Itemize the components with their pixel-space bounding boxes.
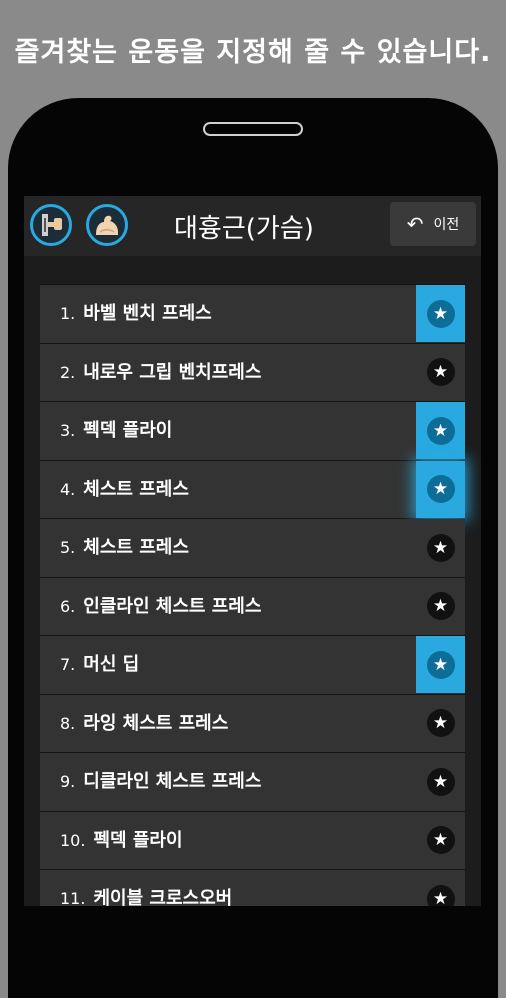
favorite-toggle[interactable]: ★ bbox=[416, 636, 465, 693]
back-button[interactable]: ↶ 이전 bbox=[390, 202, 476, 246]
favorite-toggle[interactable]: ★ bbox=[416, 812, 465, 869]
star-icon: ★ bbox=[426, 475, 455, 503]
star-icon: ★ bbox=[426, 533, 455, 562]
exercise-row[interactable]: 1. 바벨 벤치 프레스 ★ bbox=[40, 285, 465, 344]
exercise-number: 9. bbox=[60, 772, 76, 791]
exercise-label: 8. 라잉 체스트 프레스 bbox=[60, 695, 228, 753]
exercise-row[interactable]: 11. 케이블 크로스오버 ★ bbox=[40, 870, 465, 906]
exercise-label: 10. 펙덱 플라이 bbox=[60, 812, 183, 870]
exercise-number: 8. bbox=[60, 713, 76, 733]
promo-caption: 즐겨찾는 운동을 지정해 줄 수 있습니다. bbox=[14, 37, 492, 68]
exercise-label: 9. 디클라인 체스트 프레스 bbox=[60, 753, 261, 811]
exercise-label: 1. 바벨 벤치 프레스 bbox=[60, 285, 212, 343]
star-icon: ★ bbox=[426, 709, 455, 737]
back-button-label: 이전 bbox=[433, 217, 460, 233]
star-icon: ★ bbox=[426, 358, 455, 386]
favorite-toggle[interactable]: ★ bbox=[416, 753, 465, 810]
exercise-row[interactable]: 6. 인클라인 체스트 프레스 ★ bbox=[40, 577, 465, 636]
exercise-number: 4. bbox=[60, 479, 76, 499]
star-icon: ★ bbox=[426, 650, 455, 679]
exercise-name: 디클라인 체스트 프레스 bbox=[83, 771, 262, 792]
favorite-toggle[interactable]: ★ bbox=[416, 460, 465, 518]
exercise-label: 4. 체스트 프레스 bbox=[60, 461, 189, 519]
phone-speaker bbox=[203, 122, 303, 136]
favorite-toggle[interactable]: ★ bbox=[416, 285, 465, 342]
favorite-toggle[interactable]: ★ bbox=[416, 402, 465, 459]
favorite-toggle[interactable]: ★ bbox=[416, 870, 465, 906]
favorite-toggle[interactable]: ★ bbox=[416, 695, 465, 752]
exercise-number: 1. bbox=[60, 304, 76, 323]
exercise-name: 바벨 벤치 프레스 bbox=[83, 303, 212, 324]
exercise-row[interactable]: 5. 체스트 프레스 ★ bbox=[40, 519, 465, 578]
exercise-row[interactable]: 7. 머신 딥 ★ bbox=[40, 636, 465, 695]
star-icon: ★ bbox=[426, 826, 455, 854]
exercise-list: 1. 바벨 벤치 프레스 ★ 2. 내로우 그립 벤치프레스 ★ 3. 펙덱 플라이 ★ 4. 체스… bbox=[40, 284, 465, 906]
exercise-label: 2. 내로우 그립 벤치프레스 bbox=[60, 344, 261, 402]
favorite-toggle[interactable]: ★ bbox=[416, 344, 465, 401]
exercise-label: 3. 펙덱 플라이 bbox=[60, 402, 172, 460]
exercise-name: 펙덱 플라이 bbox=[93, 829, 183, 851]
exercise-number: 10. bbox=[60, 830, 86, 850]
star-icon: ★ bbox=[426, 416, 455, 445]
exercise-name: 펙덱 플라이 bbox=[83, 420, 173, 441]
exercise-number: 7. bbox=[60, 655, 76, 674]
flexed-arm-icon[interactable] bbox=[86, 204, 128, 246]
exercise-row[interactable]: 2. 내로우 그립 벤치프레스 ★ bbox=[40, 343, 465, 402]
exercise-name: 라잉 체스트 프레스 bbox=[83, 712, 229, 734]
exercise-label: 7. 머신 딥 bbox=[60, 636, 139, 694]
exercise-row[interactable]: 8. 라잉 체스트 프레스 ★ bbox=[40, 694, 465, 753]
star-icon: ★ bbox=[426, 299, 455, 328]
exercise-name: 머신 딥 bbox=[83, 654, 140, 675]
exercise-name: 케이블 크로스오버 bbox=[93, 888, 233, 906]
star-icon: ★ bbox=[426, 767, 455, 796]
exercise-number: 3. bbox=[60, 421, 76, 440]
star-icon: ★ bbox=[426, 884, 455, 906]
exercise-row[interactable]: 4. 체스트 프레스 ★ bbox=[40, 460, 465, 519]
favorite-toggle[interactable]: ★ bbox=[416, 519, 465, 576]
star-icon: ★ bbox=[426, 592, 455, 620]
page-title: 대흉근(가슴) bbox=[174, 214, 314, 244]
exercise-number: 6. bbox=[60, 596, 76, 616]
exercise-name: 체스트 프레스 bbox=[83, 478, 189, 500]
exercise-name: 체스트 프레스 bbox=[83, 537, 189, 558]
exercise-number: 2. bbox=[60, 362, 76, 382]
exercise-name: 내로우 그립 벤치프레스 bbox=[83, 361, 262, 383]
exercise-name: 인클라인 체스트 프레스 bbox=[83, 595, 262, 617]
exercise-row[interactable]: 9. 디클라인 체스트 프레스 ★ bbox=[40, 753, 465, 812]
exercise-label: 11. 케이블 크로스오버 bbox=[60, 870, 232, 906]
exercise-label: 5. 체스트 프레스 bbox=[60, 519, 189, 577]
exercise-number: 5. bbox=[60, 538, 76, 557]
exercise-label: 6. 인클라인 체스트 프레스 bbox=[60, 578, 261, 636]
dumbbell-machine-icon[interactable] bbox=[30, 204, 72, 246]
phone-frame: 대흉근(가슴) ↶ 이전 1. 바벨 벤치 프레스 ★ 2. 내로우 그립 벤치프레스 ★… bbox=[8, 98, 498, 998]
undo-arrow-icon: ↶ bbox=[406, 212, 424, 236]
exercise-row[interactable]: 10. 펙덱 플라이 ★ bbox=[40, 811, 465, 870]
app-screen: 대흉근(가슴) ↶ 이전 1. 바벨 벤치 프레스 ★ 2. 내로우 그립 벤치프레스 ★… bbox=[24, 196, 481, 906]
exercise-row[interactable]: 3. 펙덱 플라이 ★ bbox=[40, 402, 465, 461]
favorite-toggle[interactable]: ★ bbox=[416, 578, 465, 635]
app-header: 대흉근(가슴) ↶ 이전 bbox=[24, 196, 481, 256]
exercise-number: 11. bbox=[60, 889, 86, 906]
